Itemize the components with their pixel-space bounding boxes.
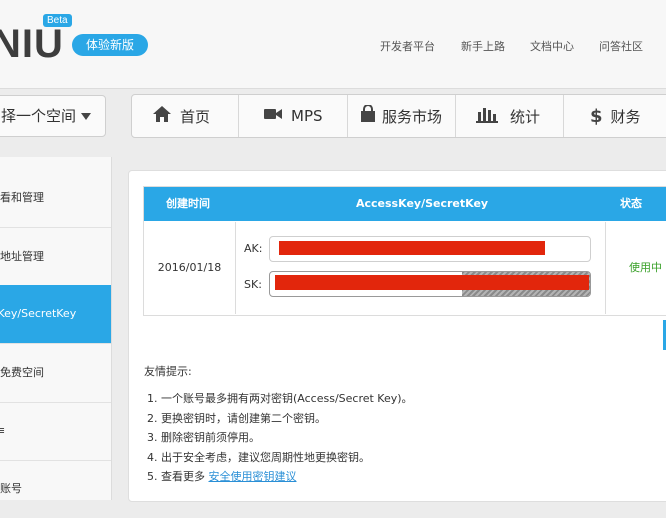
sidebar-item-free-space[interactable]: 免费空间 <box>0 344 111 403</box>
qa-community-link[interactable]: 问答社区 <box>599 38 643 54</box>
secret-key-field[interactable] <box>269 271 591 297</box>
tip-item: 3. 删除密钥前须停用。 <box>147 431 260 444</box>
ak-label: AK: <box>244 242 263 255</box>
nav-finance-label: 财务 <box>610 107 641 126</box>
sidebar-item-label: 账号 <box>0 482 22 495</box>
sidebar-item-address-manage[interactable]: 地址管理 <box>0 228 111 287</box>
top-header: NIU Beta 体验新版 开发者平台 新手上路 文档中心 问答社区 <box>0 0 666 88</box>
access-key-field[interactable] <box>269 236 591 262</box>
sidebar-item-view-manage[interactable]: 看和管理 <box>0 169 111 228</box>
nav-mps[interactable]: MPS <box>239 95 348 137</box>
main-nav: 择一个空间 首页 MPS 服务市场 统计 $ 财务 <box>0 88 666 153</box>
tip-item: 1. 一个账号最多拥有两对密钥(Access/Secret Key)。 <box>147 392 413 405</box>
nav-home[interactable]: 首页 <box>132 95 239 137</box>
beta-badge: Beta <box>43 14 72 27</box>
column-header-keys: AccessKey/SecretKey <box>356 197 489 210</box>
caret-down-icon <box>81 113 91 120</box>
tip-item-more: 5. 查看更多 安全使用密钥建议 <box>147 467 413 487</box>
docs-center-link[interactable]: 文档中心 <box>530 38 574 54</box>
sidebar-item-label: ssKey/SecretKey <box>0 307 77 320</box>
redaction-mark <box>275 275 589 290</box>
secure-key-usage-link[interactable]: 安全使用密钥建议 <box>209 470 297 483</box>
sidebar-item-more[interactable]: ≡ <box>0 402 111 461</box>
bar-chart-icon <box>476 105 498 127</box>
status-badge: 使用中 <box>605 222 666 314</box>
dollar-icon: $ <box>590 105 603 127</box>
sidebar-item-label: 免费空间 <box>0 366 44 379</box>
nav-home-label: 首页 <box>180 107 211 126</box>
sidebar-item-account[interactable]: 账号 <box>0 460 111 518</box>
nav-service-market[interactable]: 服务市场 <box>348 95 456 137</box>
video-camera-icon <box>263 107 283 125</box>
shopping-bag-icon <box>360 104 376 127</box>
created-date: 2016/01/18 <box>144 222 236 314</box>
sidebar-item-label: ≡ <box>0 402 5 460</box>
getting-started-link[interactable]: 新手上路 <box>461 38 505 54</box>
tip-more-prefix: 5. 查看更多 <box>147 470 205 483</box>
table-header: 创建时间 AccessKey/SecretKey 状态 <box>144 187 666 221</box>
space-select-dropdown[interactable]: 择一个空间 <box>0 95 106 137</box>
sk-label: SK: <box>244 278 262 291</box>
keys-table: 创建时间 AccessKey/SecretKey 状态 2016/01/18 A… <box>143 186 666 316</box>
logo[interactable]: NIU <box>0 22 64 67</box>
column-header-status: 状态 <box>620 197 642 210</box>
sidebar: 看和管理 地址管理 ssKey/SecretKey 免费空间 ≡ 账号 <box>0 157 112 500</box>
redaction-mark <box>279 241 545 255</box>
try-new-version-button[interactable]: 体验新版 <box>72 34 148 56</box>
sidebar-item-label: 看和管理 <box>0 191 44 204</box>
tip-item: 2. 更换密钥时，请创建第二个密钥。 <box>147 411 326 425</box>
nav-finance[interactable]: $ 财务 <box>564 95 666 137</box>
nav-statistics-label: 统计 <box>510 107 541 126</box>
developer-platform-link[interactable]: 开发者平台 <box>380 38 435 54</box>
space-select-label: 择一个空间 <box>1 107 77 125</box>
nav-statistics[interactable]: 统计 <box>456 95 564 137</box>
top-links: 开发者平台 新手上路 文档中心 问答社区 <box>380 38 666 54</box>
column-header-created: 创建时间 <box>166 197 210 210</box>
home-icon <box>152 105 172 127</box>
nav-mps-label: MPS <box>291 107 323 125</box>
tips-title: 友情提示: <box>144 365 192 378</box>
sidebar-item-access-secret-key[interactable]: ssKey/SecretKey <box>0 285 111 344</box>
nav-service-market-label: 服务市场 <box>382 107 443 126</box>
nav-tabs: 首页 MPS 服务市场 统计 $ 财务 <box>131 94 666 138</box>
tips-list: 1. 一个账号最多拥有两对密钥(Access/Secret Key)。 2. 更… <box>147 389 413 487</box>
tip-item: 4. 出于安全考虑，建议您周期性地更换密钥。 <box>147 450 370 464</box>
sidebar-item-label: 地址管理 <box>0 250 44 263</box>
